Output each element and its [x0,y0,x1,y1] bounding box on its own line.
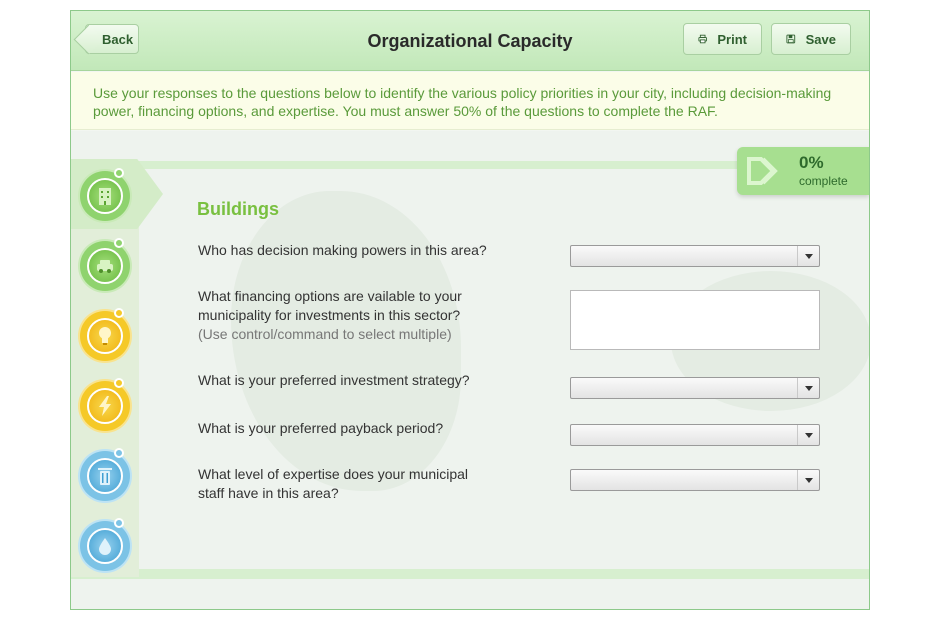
question-decision-powers: Who has decision making powers in this a… [198,242,487,258]
question-financing-options: What financing options are vailable to y… [198,287,498,344]
refresh-arrow-icon [114,168,124,178]
building-icon [87,178,123,214]
lightning-icon [87,388,123,424]
decision-powers-select[interactable] [570,245,820,267]
chevron-down-icon [797,470,819,490]
print-button-label: Print [717,31,747,47]
app-frame: Back Organizational Capacity Print Save … [70,10,870,610]
question-payback-period: What is your preferred payback period? [198,420,444,436]
header-bar: Back Organizational Capacity Print Save [71,11,869,71]
category-energy[interactable] [80,378,130,431]
printer-icon [698,34,707,44]
payback-period-select[interactable] [570,424,820,446]
lightbulb-icon [87,318,123,354]
refresh-arrow-icon [114,238,124,248]
progress-label: complete [799,174,848,188]
bottom-divider [71,569,869,579]
category-sidebar [71,169,139,577]
save-button-label: Save [805,31,836,47]
instructions-text: Use your responses to the questions belo… [71,72,869,130]
section-title: Buildings [197,199,279,219]
chevron-down-icon [797,378,819,398]
car-icon [87,248,123,284]
question-investment-strategy: What is your preferred investment strate… [198,372,470,388]
staff-expertise-select[interactable] [570,469,820,491]
financing-options-multiselect[interactable] [570,290,820,350]
investment-strategy-select[interactable] [570,377,820,399]
refresh-arrow-icon [114,308,124,318]
category-transport[interactable] [80,238,130,291]
save-button[interactable]: Save [771,23,851,55]
chevron-down-icon [797,246,819,266]
floppy-disk-icon [786,34,796,44]
refresh-arrow-icon [114,518,124,528]
chevron-down-icon [797,425,819,445]
refresh-arrow-icon [114,448,124,458]
refresh-arrow-icon [114,378,124,388]
category-water[interactable] [80,518,130,571]
category-waste[interactable] [80,448,130,501]
category-buildings[interactable] [80,168,130,221]
question-staff-expertise: What level of expertise does your munici… [198,466,469,501]
question-financing-text: What financing options are vailable to y… [198,288,462,323]
water-drop-icon [87,528,123,564]
progress-percent: 0% [799,153,824,172]
category-lighting[interactable] [80,308,130,361]
question-financing-hint: (Use control/command to select multiple) [198,326,452,342]
trash-bin-icon [87,458,123,494]
progress-indicator: 0% complete [737,147,869,195]
print-button[interactable]: Print [683,23,762,55]
progress-arrow-icon [747,155,787,187]
